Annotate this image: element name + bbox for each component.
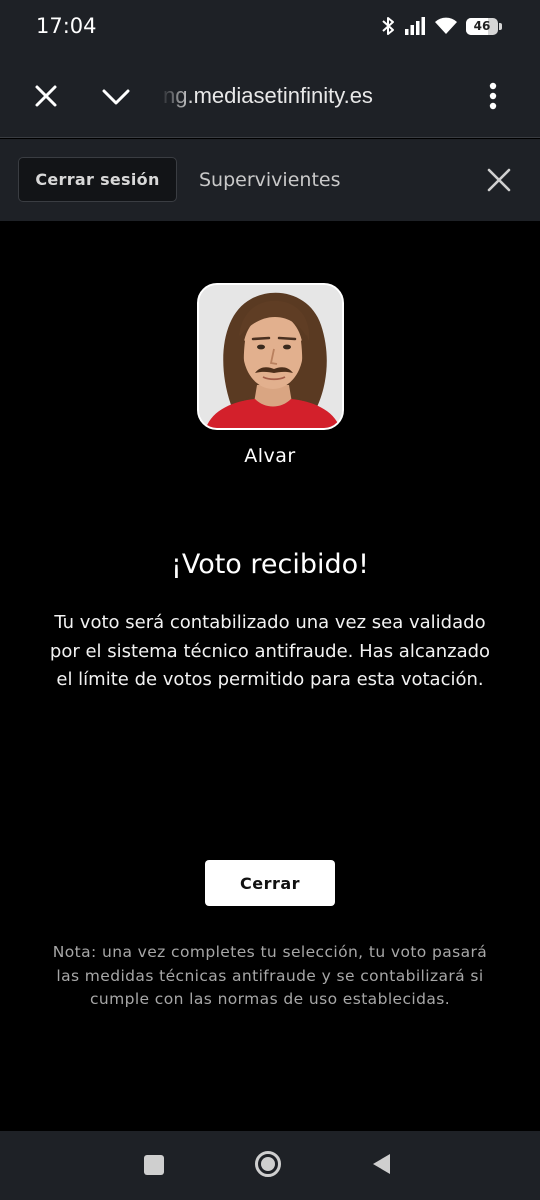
candidate-name: Alvar xyxy=(244,445,296,467)
close-button[interactable]: Cerrar xyxy=(205,860,335,906)
home-icon[interactable] xyxy=(254,1150,282,1178)
more-vert-icon[interactable] xyxy=(478,78,508,114)
status-icons: 46 xyxy=(380,14,502,38)
system-nav-bar xyxy=(0,1131,540,1200)
bluetooth-icon xyxy=(382,17,394,35)
confirmation-message: Tu voto será contabilizado una vez sea v… xyxy=(49,612,491,690)
candidate-avatar xyxy=(197,283,344,430)
close-icon[interactable] xyxy=(28,78,64,114)
url-fade xyxy=(160,76,194,116)
battery-icon: 46 xyxy=(466,17,498,35)
chevron-down-icon[interactable] xyxy=(98,78,134,114)
confirmation-title: ¡Voto recibido! xyxy=(171,549,369,580)
sign-out-button[interactable]: Cerrar sesión xyxy=(18,157,177,202)
url-text[interactable]: ng.mediasetinfinity.es xyxy=(163,83,453,109)
back-icon[interactable] xyxy=(370,1152,394,1176)
signal-icon xyxy=(405,17,425,35)
browser-toolbar: ng.mediasetinfinity.es xyxy=(0,54,540,138)
battery-nub xyxy=(499,22,502,30)
page-title: Supervivientes xyxy=(199,169,341,191)
wifi-icon xyxy=(435,17,457,34)
vote-confirmation: Alvar ¡Voto recibido! Tu voto será conta… xyxy=(0,221,540,1131)
recents-icon[interactable] xyxy=(144,1155,164,1175)
candidate-photo xyxy=(199,285,342,428)
status-time: 17:04 xyxy=(36,14,97,38)
status-bar: 17:04 46 xyxy=(0,0,540,54)
close-icon[interactable] xyxy=(482,163,516,197)
antifraud-note: Nota: una vez completes tu selección, tu… xyxy=(52,943,488,1008)
battery-level: 46 xyxy=(473,19,491,33)
page-header: Cerrar sesión Supervivientes xyxy=(0,139,540,221)
